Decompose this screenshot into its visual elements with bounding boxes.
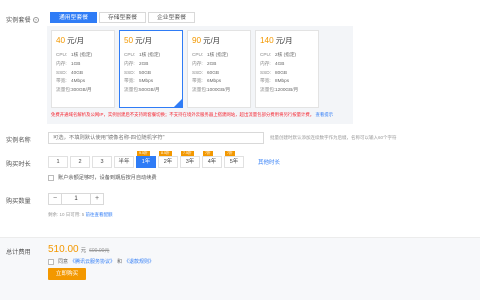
- plan-card-40[interactable]: 40 元/月 CPU: 1核 (指定) 内存: 1GB SSD: 40GB 带宽: 4M…: [51, 30, 115, 108]
- tab-enterprise[interactable]: 企业型套餐: [148, 12, 195, 23]
- duration-option-half-year[interactable]: 半年: [114, 156, 134, 168]
- instance-name-label: 实例名称: [6, 137, 31, 144]
- view-quota-link[interactable]: 前往查看配额: [86, 212, 113, 217]
- duration-option-2-year[interactable]: 8.5折 2年: [158, 151, 178, 168]
- original-price: 600.00元: [89, 248, 110, 254]
- duration-option-3[interactable]: 3: [92, 156, 112, 168]
- buy-now-button[interactable]: 立即购买: [48, 268, 86, 280]
- plan-price: 140: [260, 36, 274, 45]
- duration-option-3-year[interactable]: 7.5折 3年: [180, 151, 200, 168]
- plans-panel: 40 元/月 CPU: 1核 (指定) 内存: 1GB SSD: 40GB 带宽: 4M…: [47, 26, 353, 124]
- quantity-input[interactable]: 1: [62, 193, 90, 205]
- discount-badge: 7折: [203, 151, 213, 156]
- selected-check-icon: [174, 99, 182, 107]
- total-label: 总计费用: [6, 249, 31, 256]
- plan-card-140[interactable]: 140 元/月 CPU: 2核 (指定) 内存: 4GB SSD: 80GB 带宽: 8…: [255, 30, 319, 108]
- duration-option-1-year[interactable]: 9.5折 1年: [136, 151, 156, 168]
- quantity-label: 购买数量: [6, 198, 31, 205]
- plan-card-90[interactable]: 90 元/月 CPU: 1核 (指定) 内存: 2GB SSD: 60GB 带宽: 6M…: [187, 30, 251, 108]
- duration-options: 1 2 3 半年 9.5折 1年 8.5折 2年 7.5折 3年 7折 4年 7折 5年: [48, 151, 246, 168]
- discount-badge: 8.5折: [159, 151, 172, 156]
- other-duration-link[interactable]: 其他时长: [258, 158, 280, 166]
- help-icon[interactable]: ?: [32, 17, 39, 24]
- agreement: 同意 《腾讯云服务协议》 和 《退款规则》: [48, 258, 156, 265]
- auto-renew: 账户余额足够时，设备到期后按月自动续费: [48, 174, 157, 181]
- service-agreement-link[interactable]: 《腾讯云服务协议》: [70, 258, 115, 265]
- discount-badge: 9.5折: [137, 151, 150, 156]
- plan-price: 40: [56, 36, 66, 45]
- auto-renew-checkbox[interactable]: [48, 174, 54, 181]
- quantity-minus-button[interactable]: −: [48, 193, 62, 205]
- quantity-stepper: − 1 +: [48, 193, 104, 205]
- plan-note: 免费开通域名解析及公网IP，实例创建后不支持跨套餐切换；不支持在境外云服务器上搭…: [51, 112, 334, 117]
- discount-badge: 7.5折: [181, 151, 194, 156]
- plan-price: 90: [192, 36, 202, 45]
- duration-option-5-year[interactable]: 7折 5年: [224, 151, 244, 168]
- duration-option-2[interactable]: 2: [70, 156, 90, 168]
- tab-storage[interactable]: 存储型套餐: [99, 12, 146, 23]
- plan-card-50[interactable]: 50 元/月 CPU: 1核 (指定) 内存: 2GB SSD: 50GB 带宽: 5M…: [119, 30, 183, 108]
- total-price: 510.00 元 600.00元: [48, 244, 110, 255]
- purchase-page: 实例套餐? 通用型套餐 存储型套餐 企业型套餐 40 元/月 CPU: 1核 (指…: [0, 0, 480, 300]
- instance-plan-label: 实例套餐?: [6, 17, 39, 24]
- plan-price: 50: [124, 36, 134, 45]
- duration-option-1[interactable]: 1: [48, 156, 68, 168]
- discount-badge: 7折: [225, 151, 235, 156]
- quantity-plus-button[interactable]: +: [90, 193, 104, 205]
- plan-tabs: 通用型套餐 存储型套餐 企业型套餐: [50, 12, 197, 23]
- duration-option-4-year[interactable]: 7折 4年: [202, 151, 222, 168]
- duration-label: 购买时长: [6, 161, 31, 168]
- tab-general[interactable]: 通用型套餐: [50, 12, 97, 23]
- view-tips-link[interactable]: 查看提示: [315, 112, 333, 117]
- instance-name-input[interactable]: [48, 132, 264, 144]
- instance-name-hint: 批量创建时默认添加连续数字作为后缀，名称可以输入60个字符: [270, 135, 397, 140]
- agree-checkbox[interactable]: [48, 258, 54, 265]
- quantity-hint: 剩余: 10 日可用: 5 前往查看配额: [48, 212, 113, 217]
- refund-rules-link[interactable]: 《退款规则》: [124, 258, 154, 265]
